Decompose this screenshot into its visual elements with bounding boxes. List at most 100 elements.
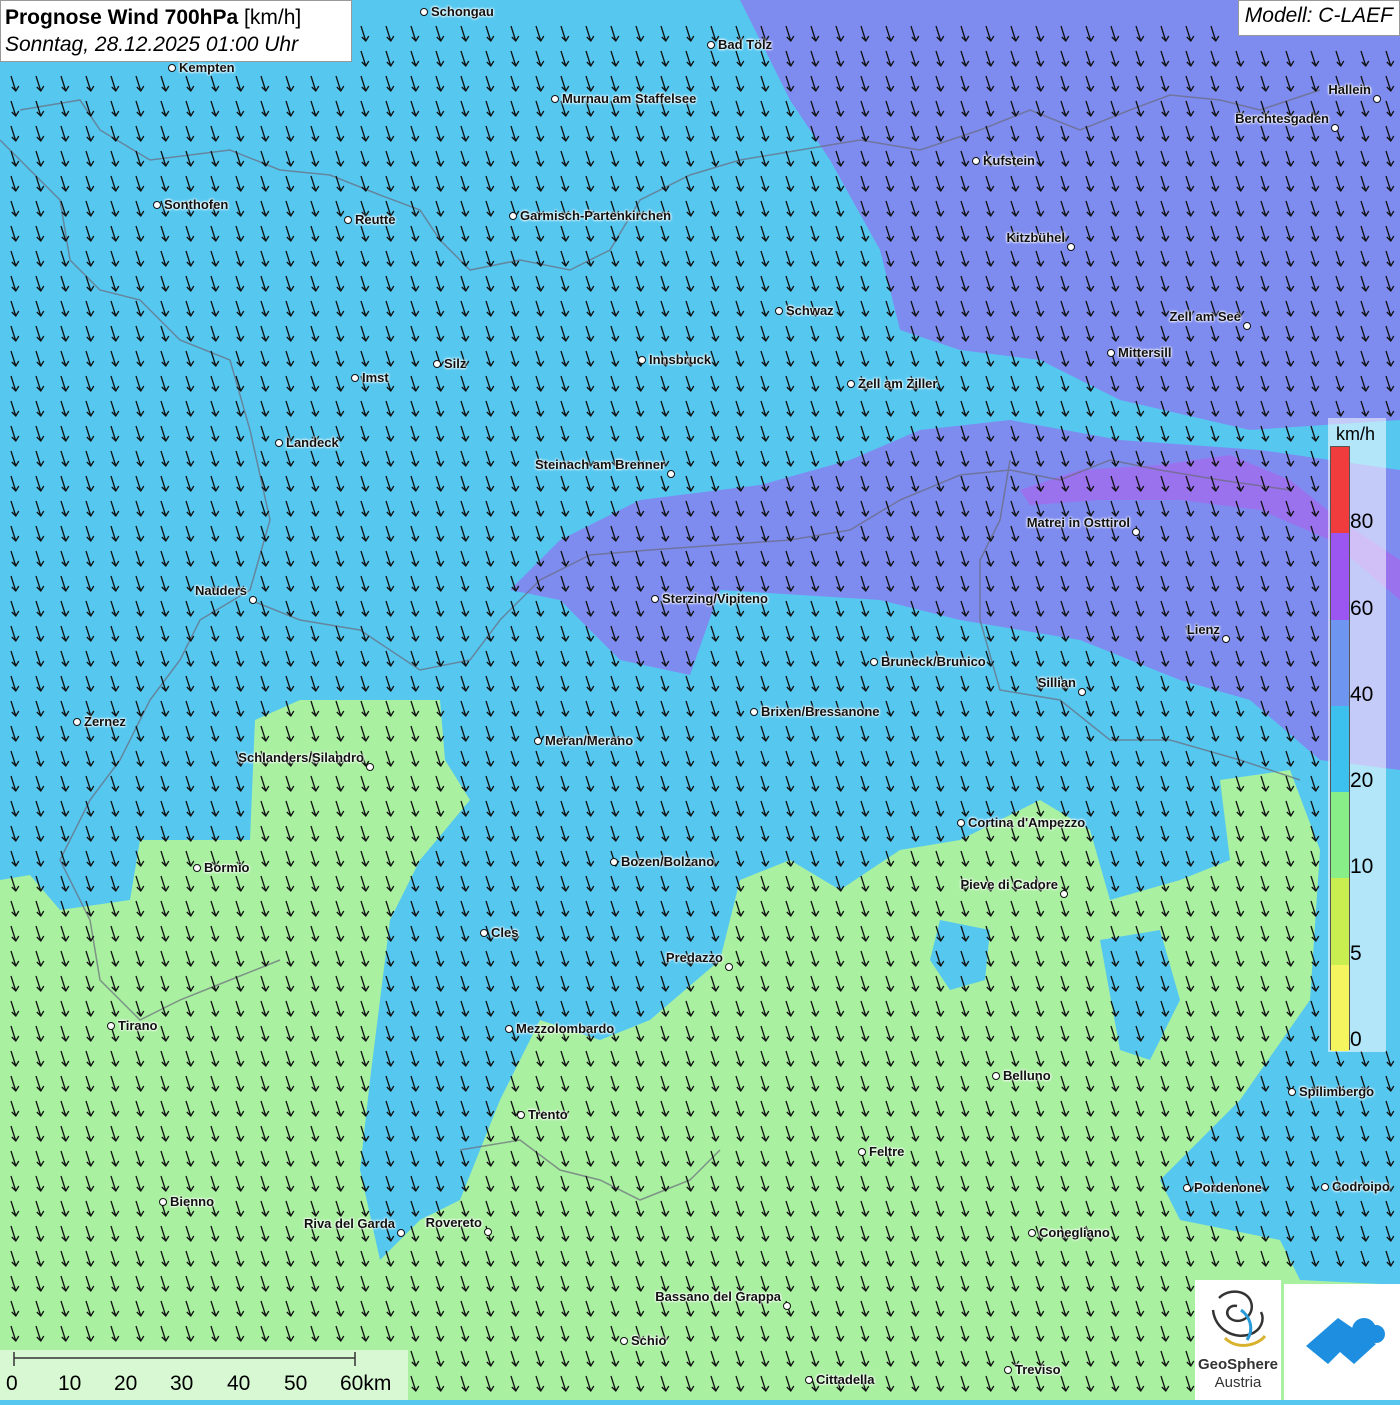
city-marker [275, 439, 283, 447]
city-label: Spilimbergo [1299, 1084, 1375, 1099]
model-label: Modell: C-LAEF [1237, 0, 1400, 36]
city-label: Mezzolombardo [516, 1021, 615, 1036]
city-marker [1028, 1229, 1036, 1237]
city-label: Lienz [1186, 622, 1220, 637]
city-label: Bozen/Bolzano [621, 854, 715, 869]
city-marker [433, 360, 441, 368]
city-label: Schio [631, 1333, 667, 1348]
scale-label: 10 [58, 1372, 82, 1395]
city-marker [847, 380, 855, 388]
legend-segment [1331, 878, 1349, 965]
city-marker [1373, 95, 1381, 103]
city-marker [1222, 635, 1230, 643]
city-label: Landeck [286, 435, 339, 450]
city-marker [783, 1302, 791, 1310]
city-label: Meran/Merano [545, 733, 634, 748]
city-label: Bormio [204, 860, 250, 875]
legend-tick-label: 5 [1350, 941, 1362, 965]
city-marker [707, 41, 715, 49]
logo-subname: Austria [1214, 1374, 1262, 1391]
scale-label: 60km [340, 1372, 392, 1395]
city-marker [1078, 688, 1086, 696]
city-label: Belluno [1003, 1068, 1051, 1083]
city-marker [992, 1072, 1000, 1080]
city-marker [1107, 349, 1115, 357]
city-marker [551, 95, 559, 103]
city-label: Codroipo [1332, 1179, 1390, 1194]
city-marker [534, 737, 542, 745]
city-label: Garmisch-Partenkirchen [520, 208, 672, 223]
map-title: Prognose Wind 700hPa [5, 6, 239, 29]
city-label: Kufstein [983, 153, 1035, 168]
city-label: Matrei in Osttirol [1026, 515, 1130, 530]
city-label: Murnau am Staffelsee [562, 91, 697, 106]
city-label: Schwaz [786, 303, 834, 318]
city-label: Trento [528, 1107, 568, 1122]
city-label: Sonthofen [164, 197, 229, 212]
city-marker [1183, 1184, 1191, 1192]
mountain-cloud-icon [1306, 1318, 1385, 1364]
city-label: Zell am Ziller [858, 376, 938, 391]
legend-tick-label: 10 [1350, 855, 1374, 879]
city-marker [775, 307, 783, 315]
city-label: Nauders [194, 583, 247, 598]
legend-segment [1331, 964, 1349, 1051]
city-label: Pordenone [1194, 1180, 1262, 1195]
city-label: Bad Tölz [718, 37, 773, 52]
city-marker [397, 1229, 405, 1237]
city-label: Schlanders/Silandro [238, 750, 364, 765]
city-label: Steinach am Brenner [534, 457, 665, 472]
city-marker [480, 929, 488, 937]
city-label: Hallein [1328, 82, 1371, 97]
scale-label: 30 [170, 1372, 194, 1395]
city-marker [1288, 1088, 1296, 1096]
city-label: Silz [444, 356, 467, 371]
map-title-unit: [km/h] [244, 6, 302, 29]
city-marker [1243, 322, 1251, 330]
city-marker [972, 157, 980, 165]
city-marker [610, 858, 618, 866]
city-marker [107, 1022, 115, 1030]
legend-tick-label: 80 [1350, 510, 1374, 534]
city-label: Predazzo [665, 950, 723, 965]
city-marker [1004, 1366, 1012, 1374]
city-marker [638, 356, 646, 364]
city-marker [805, 1376, 813, 1384]
city-label: Cles [491, 925, 519, 940]
city-label: Reutte [355, 212, 396, 227]
city-label: Riva del Garda [303, 1216, 395, 1231]
city-marker [725, 963, 733, 971]
legend-segment [1331, 792, 1349, 879]
city-label: Cortina d'Ampezzo [968, 815, 1086, 830]
city-label: Tirano [118, 1018, 158, 1033]
city-marker [870, 658, 878, 666]
city-marker [1132, 528, 1140, 536]
logo-name: GeoSphere [1197, 1356, 1279, 1373]
city-label: Bassano del Grappa [655, 1289, 781, 1304]
city-label: Zell am See [1169, 309, 1241, 324]
city-marker [509, 212, 517, 220]
city-marker [1321, 1183, 1329, 1191]
city-marker [153, 201, 161, 209]
city-marker [1067, 243, 1075, 251]
legend-tick-label: 40 [1350, 682, 1374, 706]
color-legend: km/h 80 60 40 20 10 5 0 [1328, 418, 1386, 1052]
city-label: Treviso [1015, 1362, 1061, 1377]
city-marker [193, 864, 201, 872]
city-label: Kempten [179, 60, 235, 75]
legend-color-bar [1330, 446, 1350, 1051]
city-label: Rovereto [425, 1215, 482, 1230]
city-label: Cittadella [816, 1372, 875, 1387]
legend-segment [1331, 533, 1349, 620]
city-marker [249, 596, 257, 604]
city-label: Zernez [84, 714, 126, 729]
city-marker [957, 819, 965, 827]
city-marker [858, 1148, 866, 1156]
city-label: Innsbruck [649, 352, 712, 367]
scale-label: 20 [114, 1372, 138, 1395]
city-label: Mittersill [1118, 345, 1172, 360]
geosphere-logo: GeoSphere Austria [1195, 1280, 1281, 1400]
scale-label: 50 [284, 1372, 308, 1395]
legend-segment [1331, 705, 1349, 793]
legend-segment [1331, 619, 1349, 706]
